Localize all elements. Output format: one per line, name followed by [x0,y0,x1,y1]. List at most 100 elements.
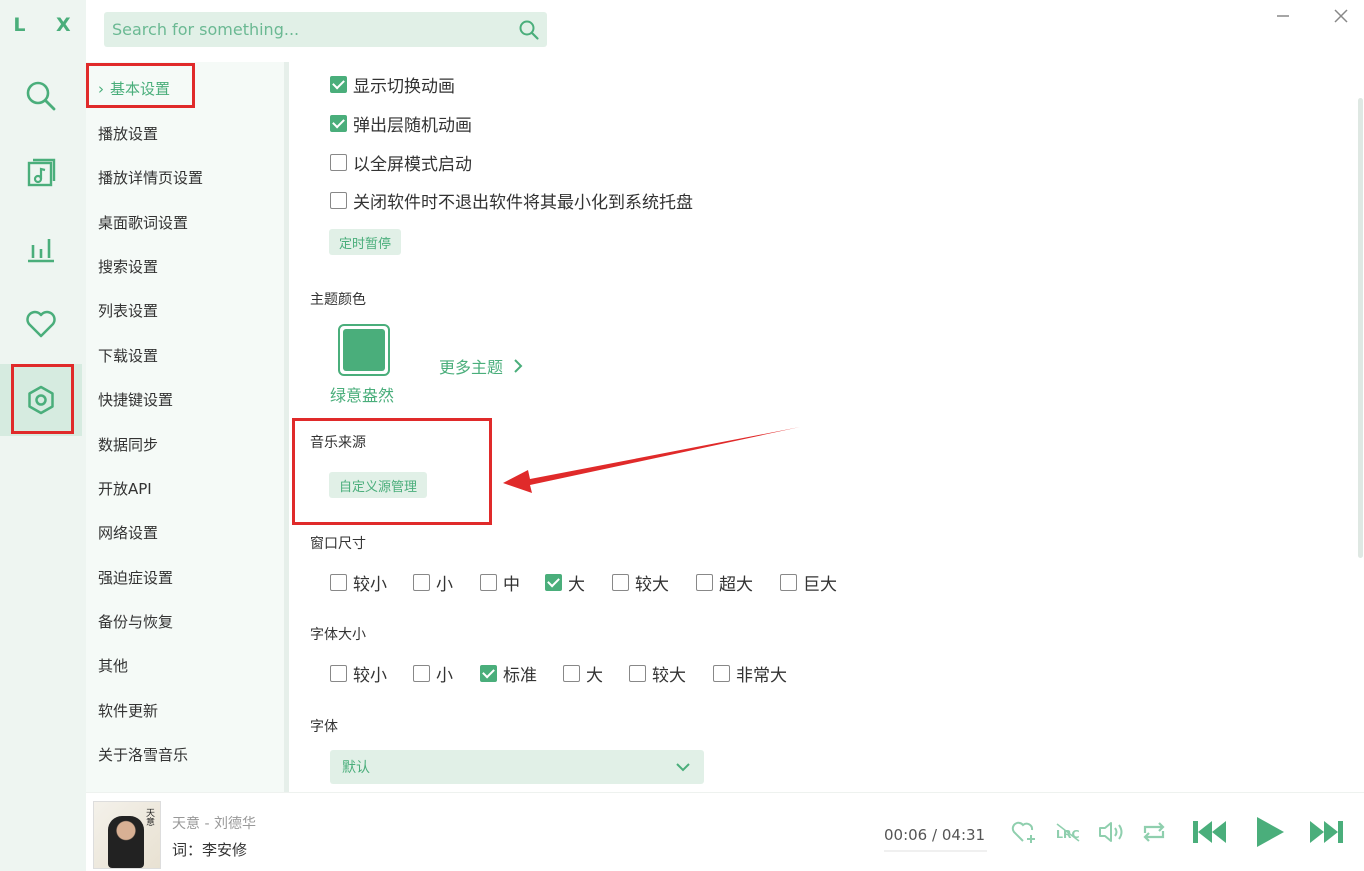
heart-icon [26,310,56,338]
close-icon [1334,9,1348,23]
play-time: 00:06 / 04:31 [884,826,985,844]
checkbox-box [563,665,580,682]
option-label: 中 [503,575,520,595]
cover-calligraphy: 天意 [144,808,154,826]
search-icon [26,81,56,111]
settings-nav-item-list[interactable]: 列表设置 [98,300,158,321]
skip-previous-icon [1193,821,1226,843]
settings-nav-item-sync[interactable]: 数据同步 [98,434,158,455]
font-size-option[interactable]: 大 [563,661,603,686]
window-size-option[interactable]: 较小 [330,570,387,595]
rail-songlist-button[interactable] [0,136,82,208]
font-size-option[interactable]: 非常大 [713,661,787,686]
settings-nav-item-download[interactable]: 下载设置 [98,345,158,366]
song-lyric-line: 词：李安修 [172,841,248,859]
cover-figure [108,816,144,868]
font-size-title: 字体大小 [310,627,366,643]
content-scrollbar[interactable] [1358,98,1363,558]
font-size-option[interactable]: 较大 [629,661,686,686]
search-submit-button[interactable] [511,12,547,47]
more-themes-link[interactable]: 更多主题 [439,354,527,378]
theme-section-title: 主题颜色 [310,292,366,308]
checkbox-box [713,665,730,682]
progress-bar[interactable] [884,850,987,852]
checkbox-switch-animation[interactable]: 显示切换动画 [330,72,455,97]
like-button[interactable] [1011,819,1039,845]
desktop-lyric-button[interactable]: LRC [1054,819,1082,845]
checkbox-box [330,192,347,209]
timer-pause-button[interactable]: 定时暂停 [329,229,402,255]
total-time: 04:31 [941,826,986,844]
option-label: 较小 [353,575,387,595]
play-icon [1257,817,1284,847]
option-label: 巨大 [803,575,837,595]
window-size-option[interactable]: 中 [480,570,520,595]
window-size-option[interactable]: 巨大 [780,570,837,595]
checkbox-box [330,76,347,93]
previous-track-button[interactable] [1190,815,1230,849]
settings-nav-item-search[interactable]: 搜索设置 [98,256,158,277]
play-button[interactable] [1250,813,1288,851]
settings-nav-item-odc[interactable]: 强迫症设置 [98,567,173,588]
font-size-option[interactable]: 小 [413,661,453,686]
close-button[interactable] [1326,4,1356,28]
checkbox-label: 以全屏模式启动 [353,155,472,175]
settings-nav-item-network[interactable]: 网络设置 [98,522,158,543]
album-cover[interactable]: 天意 [93,801,161,869]
checkbox-box [330,154,347,171]
window-size-option[interactable]: 小 [413,570,453,595]
chevron-right-icon [514,359,523,373]
checkbox-box [480,574,497,591]
settings-nav-item-backup[interactable]: 备份与恢复 [98,611,173,632]
annotation-box-basic-settings [86,63,195,108]
settings-nav: › 基本设置 播放设置 播放详情页设置 桌面歌词设置 搜索设置 列表设置 下载设置… [86,62,286,792]
window-size-option[interactable]: 较大 [612,570,669,595]
settings-nav-item-hotkey[interactable]: 快捷键设置 [98,389,173,410]
window-size-option[interactable]: 超大 [696,570,753,595]
settings-nav-item-other[interactable]: 其他 [98,655,128,676]
checkbox-box [612,574,629,591]
checkbox-box [330,574,347,591]
settings-nav-item-open-api[interactable]: 开放API [98,478,152,499]
checkbox-box [629,665,646,682]
settings-nav-item-playback[interactable]: 播放设置 [98,123,158,144]
option-label: 较大 [635,575,669,595]
option-label: 标准 [503,666,537,686]
nav-divider [284,62,289,792]
app-logo: L X [13,14,83,36]
window-size-option[interactable]: 大 [545,570,585,595]
checkbox-minimize-to-tray[interactable]: 关闭软件时不退出软件将其最小化到系统托盘 [330,188,693,213]
settings-nav-item-desktop-lyric[interactable]: 桌面歌词设置 [98,212,188,233]
rail-search-button[interactable] [0,60,82,132]
checkbox-label: 显示切换动画 [353,77,455,97]
settings-nav-item-play-detail[interactable]: 播放详情页设置 [98,167,203,188]
font-size-option[interactable]: 较小 [330,661,387,686]
option-label: 小 [436,666,453,686]
rail-leaderboard-button[interactable] [0,212,82,284]
checkbox-box [330,665,347,682]
select-value: 默认 [342,760,370,776]
settings-nav-item-update[interactable]: 软件更新 [98,700,158,721]
rail-favorites-button[interactable] [0,288,82,360]
minimize-button[interactable] [1268,4,1298,28]
heart-plus-icon [1011,821,1035,843]
option-label: 较小 [353,666,387,686]
search-bar [104,12,547,47]
search-input[interactable] [112,20,511,39]
font-size-option[interactable]: 标准 [480,661,537,686]
font-family-select[interactable]: 默认 [330,750,704,784]
player-bar: 天意 天意 - 刘德华 词：李安修 00:06 / 04:31 LRC [86,792,1364,871]
repeat-mode-button[interactable] [1140,819,1168,845]
song-title: 天意 - 刘德华 [172,816,256,832]
theme-swatch-selected[interactable] [338,324,390,376]
checkbox-fullscreen-start[interactable]: 以全屏模式启动 [330,150,472,175]
checkbox-box [480,665,497,682]
checkbox-box [413,665,430,682]
checkbox-random-popup-animation[interactable]: 弹出层随机动画 [330,111,472,136]
settings-nav-item-about[interactable]: 关于洛雪音乐 [98,744,188,765]
music-list-icon [27,158,56,187]
option-label: 超大 [719,575,753,595]
next-track-button[interactable] [1306,815,1346,849]
volume-button[interactable] [1097,819,1127,845]
annotation-box-settings-icon [11,364,74,434]
